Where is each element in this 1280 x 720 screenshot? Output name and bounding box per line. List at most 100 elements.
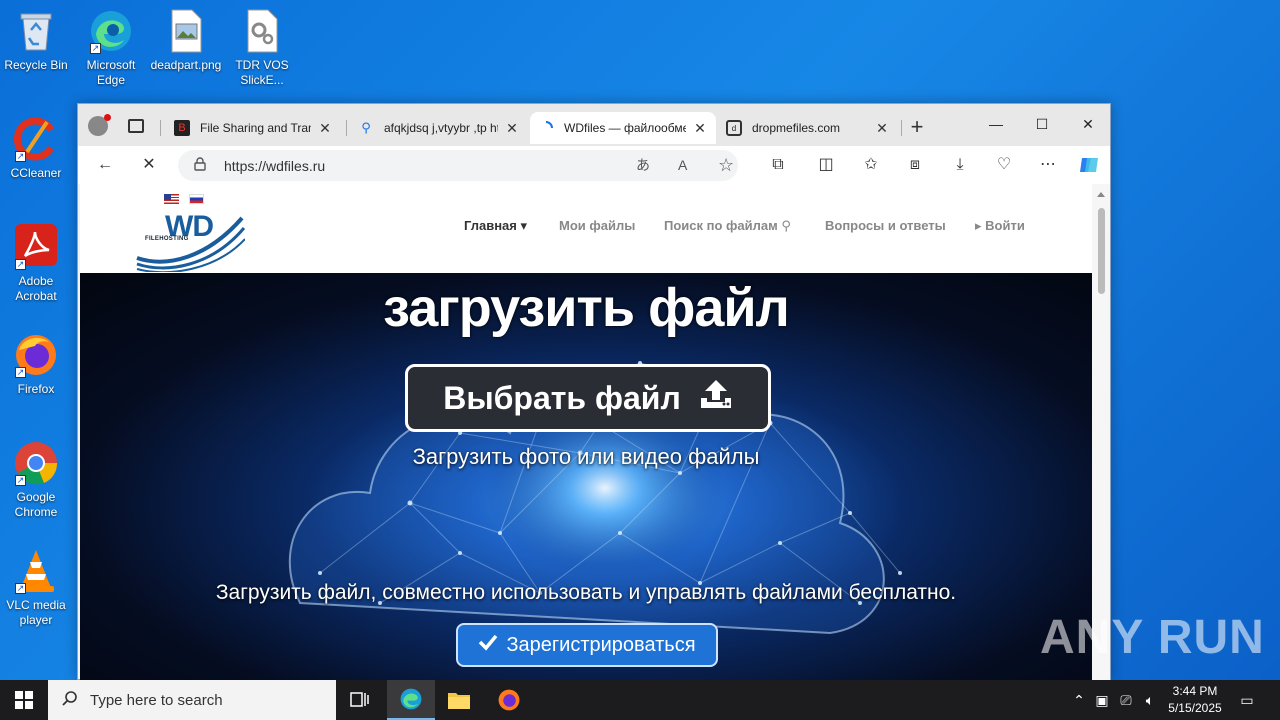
desktop-icon-chrome[interactable]: ↗ Google Chrome: [0, 440, 72, 520]
shortcut-arrow-icon: ↗: [15, 475, 26, 486]
hero-subtitle: Загрузить фото или видео файлы: [412, 444, 760, 469]
clock-date: 5/15/2025: [1168, 701, 1222, 715]
tab-strip: B File Sharing and Transfer ✕ ⚲ afqkjdsq…: [78, 104, 1110, 146]
desktop-icon-tdr-vos[interactable]: TDR VOS SlickE...: [226, 8, 298, 88]
close-tab-icon[interactable]: ✕: [874, 120, 890, 137]
shortcut-arrow-icon: ↗: [15, 583, 26, 594]
us-flag-icon[interactable]: [164, 194, 179, 204]
close-tab-icon[interactable]: ✕: [317, 120, 333, 137]
site-logo[interactable]: WD FILEHOSTING: [135, 208, 245, 272]
desktop-icon-vlc[interactable]: ↗ VLC media player: [0, 548, 72, 628]
nav-faq[interactable]: Вопросы и ответы: [825, 218, 946, 233]
performance-icon[interactable]: ♡: [989, 151, 1019, 179]
start-button[interactable]: [0, 680, 48, 720]
favorite-star-icon[interactable]: ☆: [718, 150, 734, 181]
desktop-icon-label: Recycle Bin: [4, 58, 68, 72]
search-placeholder: Type here to search: [90, 691, 223, 709]
extensions-icon[interactable]: ⧉: [763, 151, 793, 179]
profile-icon[interactable]: [88, 114, 111, 136]
tab-separator: [160, 120, 161, 136]
desktop-icon-label: Firefox: [17, 382, 55, 396]
collections-icon[interactable]: ⧈: [900, 151, 930, 179]
image-file-icon: [163, 8, 209, 54]
register-button[interactable]: Зарегистрироваться: [456, 623, 718, 667]
nav-login[interactable]: ▸ Войти: [975, 218, 1025, 234]
tab-wdfiles[interactable]: WDfiles — файлообменник ✕: [530, 112, 716, 144]
address-bar[interactable]: https://wdfiles.ru あ A ☆: [178, 150, 738, 181]
translate-icon[interactable]: あ: [636, 150, 650, 181]
network-icon[interactable]: ⎚: [1115, 680, 1137, 720]
task-view-icon: [350, 692, 369, 707]
page-scrollbar[interactable]: [1092, 184, 1110, 681]
shortcut-arrow-icon: ↗: [90, 43, 101, 54]
close-window-button[interactable]: ✕: [1065, 110, 1111, 138]
nav-my-files[interactable]: Мои файлы: [559, 218, 635, 233]
back-button[interactable]: ←: [90, 151, 120, 179]
split-screen-icon[interactable]: ◫: [811, 151, 841, 179]
tab-title: File Sharing and Transfer: [200, 121, 311, 135]
close-tab-icon[interactable]: ✕: [692, 120, 708, 137]
desktop-icon-edge[interactable]: ↗ Microsoft Edge: [75, 8, 147, 88]
minimize-button[interactable]: —: [973, 110, 1019, 138]
dropmefiles-icon: d: [726, 120, 742, 136]
search-icon: [62, 690, 78, 710]
desktop-icon-label: Adobe Acrobat: [15, 274, 57, 303]
ru-flag-icon[interactable]: [189, 194, 204, 204]
acrobat-icon: ↗: [13, 224, 59, 270]
downloads-icon[interactable]: ⤓: [945, 151, 975, 179]
tab-dropmefiles[interactable]: d dropmefiles.com ✕: [718, 112, 898, 144]
close-tab-icon[interactable]: ✕: [504, 120, 520, 137]
desktop-icon-label: CCleaner: [10, 166, 62, 180]
task-view-button[interactable]: [336, 680, 384, 720]
checkmark-icon: [478, 633, 498, 657]
register-label: Зарегистрироваться: [506, 633, 696, 656]
choose-file-label: Выбрать файл: [443, 379, 681, 416]
browser-window: B File Sharing and Transfer ✕ ⚲ afqkjdsq…: [77, 103, 1111, 681]
windows-logo-icon: [15, 691, 33, 709]
tab-search[interactable]: ⚲ afqkjdsq j,vtyybr ,tp htt ✕: [350, 112, 528, 144]
recycle-bin-icon: [13, 8, 59, 54]
firefox-icon: [498, 689, 520, 711]
stop-loading-button[interactable]: ✕: [134, 151, 164, 179]
hero-tagline: Загрузить файл, совместно использовать и…: [215, 581, 957, 604]
nav-search-files[interactable]: Поиск по файлам ⚲: [664, 218, 791, 234]
desktop-icon-label: TDR VOS SlickE...: [235, 58, 289, 87]
desktop-icon-ccleaner[interactable]: ↗ CCleaner: [0, 116, 72, 181]
read-aloud-icon[interactable]: A: [678, 150, 687, 181]
tab-actions-icon[interactable]: [128, 119, 144, 133]
search-icon: ⚲: [361, 120, 371, 135]
address-text: https://wdfiles.ru: [224, 157, 326, 174]
desktop-icon-firefox[interactable]: ↗ Firefox: [0, 332, 72, 397]
desktop-icon-label: Microsoft Edge: [86, 58, 136, 87]
choose-file-button[interactable]: Выбрать файл: [405, 364, 771, 432]
bitdefender-icon: B: [174, 120, 190, 136]
taskbar-firefox[interactable]: [485, 680, 533, 720]
taskbar-search[interactable]: Type here to search: [48, 680, 336, 720]
system-clock[interactable]: 3:44 PM 5/15/2025: [1158, 683, 1232, 717]
copilot-icon[interactable]: [1074, 151, 1104, 179]
favorites-icon[interactable]: ✩: [856, 151, 886, 179]
nav-home[interactable]: Главная ▾: [464, 218, 527, 234]
lock-icon: [194, 157, 208, 174]
taskbar-file-explorer[interactable]: [435, 680, 483, 720]
desktop-icon-recycle-bin[interactable]: Recycle Bin: [0, 8, 72, 73]
tab-file-sharing[interactable]: B File Sharing and Transfer ✕: [166, 112, 341, 144]
maximize-button[interactable]: ☐: [1019, 110, 1065, 138]
desktop-icon-deadpart[interactable]: deadpart.png: [150, 8, 222, 73]
taskbar-edge[interactable]: [387, 680, 435, 720]
tab-title: afqkjdsq j,vtyybr ,tp htt: [384, 121, 498, 135]
more-menu-icon[interactable]: ⋯: [1033, 151, 1063, 179]
shortcut-arrow-icon: ↗: [15, 151, 26, 162]
tray-security-icon[interactable]: ▣: [1092, 680, 1112, 720]
new-tab-button[interactable]: +: [904, 114, 930, 140]
notifications-icon[interactable]: ▭: [1236, 680, 1258, 720]
edge-icon: ↗: [88, 8, 134, 54]
tray-overflow-icon[interactable]: ⌃: [1068, 680, 1090, 720]
scroll-up-icon[interactable]: [1097, 192, 1105, 197]
vlc-icon: ↗: [13, 548, 59, 594]
tab-title: WDfiles — файлообменник: [564, 121, 686, 135]
scrollbar-thumb[interactable]: [1098, 208, 1105, 294]
firefox-icon: ↗: [13, 332, 59, 378]
desktop-icon-acrobat[interactable]: ↗ Adobe Acrobat: [0, 224, 72, 304]
browser-toolbar: ← ✕ https://wdfiles.ru あ A ☆ ⧉ ◫ ✩ ⧈ ⤓ ♡…: [78, 146, 1110, 184]
